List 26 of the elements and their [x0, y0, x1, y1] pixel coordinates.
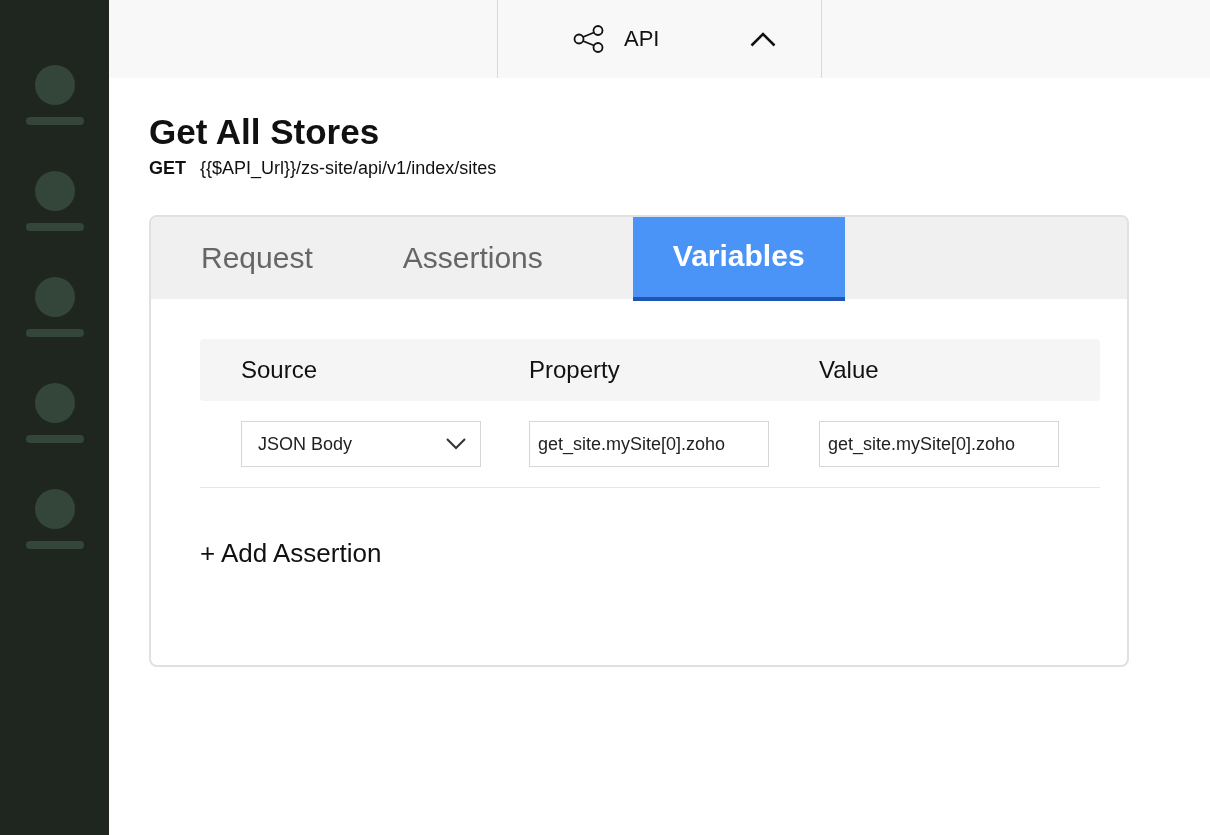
endpoint-url: {{$API_Url}}/zs-site/api/v1/index/sites	[200, 158, 497, 179]
avatar-circle[interactable]	[34, 171, 75, 211]
label-placeholder-bar	[25, 329, 84, 337]
avatar-circle[interactable]	[34, 65, 75, 105]
avatar-circle[interactable]	[34, 489, 75, 529]
section-label: API	[624, 26, 660, 52]
chevron-down-icon	[446, 438, 466, 450]
column-header: Property	[529, 356, 621, 384]
label-placeholder-bar	[25, 541, 84, 549]
label-placeholder-bar	[25, 117, 84, 125]
avatar-circle[interactable]	[34, 383, 75, 423]
text-input-field[interactable]: get_site.mySite[0].zoho	[529, 421, 769, 467]
tab[interactable]: Assertions	[402, 217, 588, 299]
column-header: Source	[241, 356, 319, 384]
add-assertion-button[interactable]: + Add Assertion	[200, 538, 382, 569]
avatar-circle[interactable]	[34, 277, 75, 317]
tab[interactable]: Request	[201, 217, 358, 299]
label-placeholder-bar	[25, 223, 84, 231]
http-method: GET	[149, 158, 186, 179]
column-header: Value	[819, 356, 880, 384]
share-nodes-icon	[573, 25, 605, 53]
text-input-field[interactable]: get_site.mySite[0].zoho	[819, 421, 1059, 467]
source-dropdown[interactable]: JSON Body	[241, 421, 481, 467]
label-placeholder-bar	[25, 435, 84, 443]
api-section-toggle[interactable]: API	[497, 0, 822, 78]
page-title: Get All Stores	[149, 112, 381, 152]
